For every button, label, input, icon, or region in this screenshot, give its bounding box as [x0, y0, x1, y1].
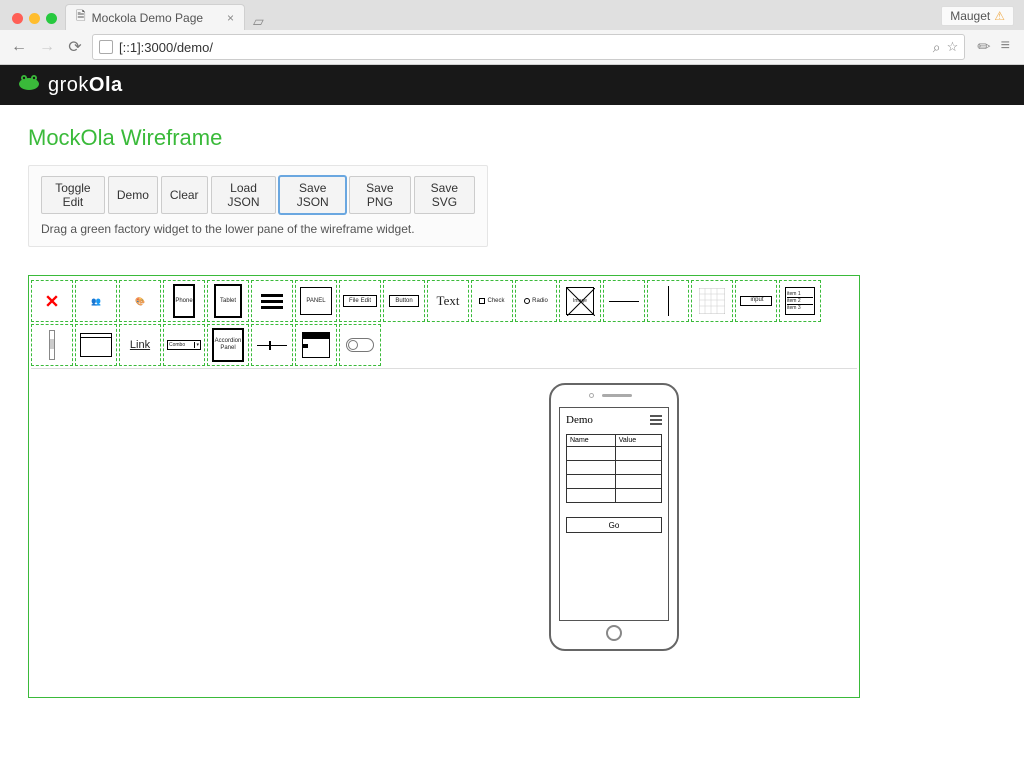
- forward-button: →: [36, 36, 58, 58]
- widget-accordion[interactable]: Accordion Panel: [207, 324, 249, 366]
- widget-calendar[interactable]: [295, 324, 337, 366]
- minimize-window-icon[interactable]: [29, 13, 40, 24]
- save-png-button[interactable]: Save PNG: [349, 176, 411, 214]
- widget-combo[interactable]: Combo▾: [163, 324, 205, 366]
- clear-button[interactable]: Clear: [161, 176, 208, 214]
- page-content: MockOla Wireframe Toggle Edit Demo Clear…: [0, 105, 1024, 718]
- phone-mockup[interactable]: Demo NameValue Go: [549, 383, 679, 651]
- widget-text[interactable]: Text: [427, 280, 469, 322]
- col-name: Name: [567, 435, 616, 447]
- widget-list[interactable]: item 1item 2item 3: [779, 280, 821, 322]
- browser-tab[interactable]: 🗎 Mockola Demo Page ×: [65, 4, 245, 30]
- phone-screen: Demo NameValue Go: [559, 407, 669, 621]
- group-icon: 👥: [91, 297, 101, 306]
- widget-checkbox[interactable]: Check: [471, 280, 513, 322]
- warning-icon: ⚠: [994, 9, 1005, 23]
- page-title: MockOla Wireframe: [28, 125, 996, 151]
- profile-chip[interactable]: Mauget ⚠: [941, 6, 1014, 26]
- design-area: 👥 🎨 Phone Tablet PANEL FileEdit Button T…: [28, 275, 860, 698]
- save-json-button[interactable]: Save JSON: [279, 176, 345, 214]
- mockup-table[interactable]: NameValue: [566, 434, 662, 503]
- logo-icon: [18, 73, 40, 97]
- widget-hamburger[interactable]: [251, 280, 293, 322]
- widget-delete[interactable]: [31, 280, 73, 322]
- go-button[interactable]: Go: [566, 517, 662, 533]
- toolbar-panel: Toggle Edit Demo Clear Load JSON Save JS…: [28, 165, 488, 247]
- hamburger-icon: [261, 294, 283, 309]
- window-controls: [8, 13, 65, 30]
- widget-scrollbar[interactable]: [31, 324, 73, 366]
- palette-icon: 🎨: [135, 297, 145, 306]
- page-icon: 🗎: [76, 7, 86, 28]
- home-button-icon[interactable]: [606, 625, 622, 641]
- tab-title: Mockola Demo Page: [92, 11, 203, 25]
- widget-window[interactable]: [75, 324, 117, 366]
- widget-radio[interactable]: Radio: [515, 280, 557, 322]
- save-svg-button[interactable]: Save SVG: [414, 176, 475, 214]
- canvas[interactable]: Demo NameValue Go: [31, 369, 857, 695]
- toolbar-row: Toggle Edit Demo Clear Load JSON Save JS…: [41, 176, 475, 214]
- url-actions: ⌕ ☆: [933, 39, 959, 56]
- app-header: grokOla: [0, 65, 1024, 105]
- site-info-icon[interactable]: [99, 40, 113, 54]
- screen-title: Demo: [566, 414, 593, 426]
- search-icon[interactable]: ⌕: [933, 39, 941, 56]
- demo-button[interactable]: Demo: [108, 176, 158, 214]
- load-json-button[interactable]: Load JSON: [211, 176, 277, 214]
- reload-button[interactable]: ⟳: [64, 36, 86, 58]
- address-bar[interactable]: [::1]:3000/demo/ ⌕ ☆: [92, 34, 965, 60]
- widget-group[interactable]: 👥: [75, 280, 117, 322]
- screen-header: Demo: [566, 414, 662, 426]
- widget-hr[interactable]: [603, 280, 645, 322]
- url-text: [::1]:3000/demo/: [119, 40, 213, 55]
- brand-name: grokOla: [48, 74, 123, 97]
- widget-panel[interactable]: PANEL: [295, 280, 337, 322]
- phone-speaker-icon: [602, 394, 632, 397]
- new-tab-button[interactable]: ▱: [245, 13, 272, 30]
- widget-palette-color[interactable]: 🎨: [119, 280, 161, 322]
- widget-button[interactable]: Button: [383, 280, 425, 322]
- maximize-window-icon[interactable]: [46, 13, 57, 24]
- widget-tablet[interactable]: Tablet: [207, 280, 249, 322]
- widget-palette: 👥 🎨 Phone Tablet PANEL FileEdit Button T…: [31, 278, 857, 369]
- menu-icon[interactable]: ≡: [1001, 37, 1010, 57]
- widget-link[interactable]: Link: [119, 324, 161, 366]
- table-row: [567, 475, 662, 489]
- table-row: [567, 489, 662, 503]
- toggle-edit-button[interactable]: Toggle Edit: [41, 176, 105, 214]
- chrome-actions: ✏ ≡: [971, 37, 1016, 57]
- widget-slider[interactable]: [251, 324, 293, 366]
- widget-menubar[interactable]: FileEdit: [339, 280, 381, 322]
- extension-icon[interactable]: ✏: [977, 37, 990, 57]
- table-row: [567, 461, 662, 475]
- close-window-icon[interactable]: [12, 13, 23, 24]
- widget-input[interactable]: input: [735, 280, 777, 322]
- hamburger-icon[interactable]: [650, 415, 662, 425]
- bookmark-icon[interactable]: ☆: [947, 39, 959, 56]
- widget-vr[interactable]: [647, 280, 689, 322]
- col-value: Value: [615, 435, 661, 447]
- table-row: [567, 447, 662, 461]
- profile-name: Mauget: [950, 9, 990, 23]
- back-button[interactable]: ←: [8, 36, 30, 58]
- widget-grid[interactable]: [691, 280, 733, 322]
- tab-strip: 🗎 Mockola Demo Page × ▱ Mauget ⚠: [0, 0, 1024, 30]
- phone-camera-icon: [589, 393, 594, 398]
- close-tab-icon[interactable]: ×: [227, 11, 234, 25]
- widget-toggle[interactable]: [339, 324, 381, 366]
- widget-phone[interactable]: Phone: [163, 280, 205, 322]
- grid-icon: [699, 288, 725, 314]
- widget-image[interactable]: Image: [559, 280, 601, 322]
- hint-text: Drag a green factory widget to the lower…: [41, 222, 475, 236]
- browser-chrome: 🗎 Mockola Demo Page × ▱ Mauget ⚠ ← → ⟳ […: [0, 0, 1024, 65]
- address-bar-row: ← → ⟳ [::1]:3000/demo/ ⌕ ☆ ✏ ≡: [0, 30, 1024, 64]
